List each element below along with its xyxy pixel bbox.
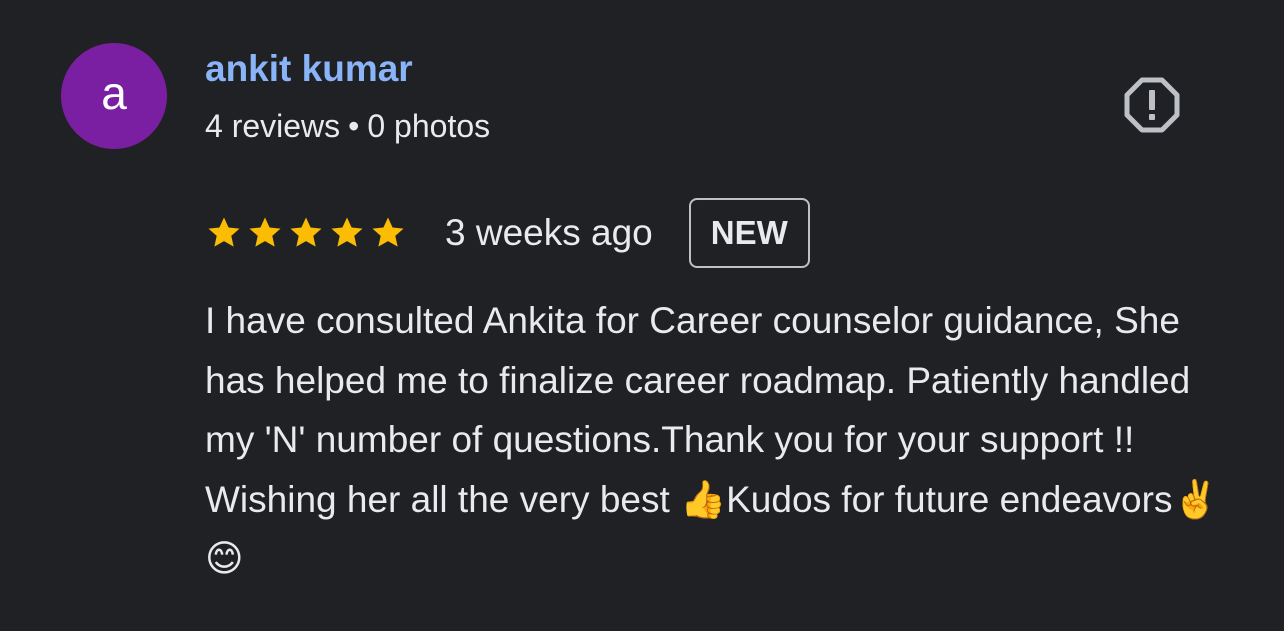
avatar[interactable]: a xyxy=(61,43,167,149)
author-name[interactable]: ankit kumar xyxy=(205,48,413,90)
star-icon xyxy=(208,217,240,247)
author-meta: 4 reviews • 0 photos xyxy=(205,108,490,145)
avatar-letter: a xyxy=(101,67,127,119)
star-rating xyxy=(205,214,407,252)
review-text: I have consulted Ankita for Career couns… xyxy=(205,300,1219,579)
report-flag-icon xyxy=(1124,77,1180,133)
photos-count: 0 photos xyxy=(367,108,491,144)
star-icon xyxy=(331,217,363,247)
meta-separator: • xyxy=(348,108,360,144)
star-icon xyxy=(249,217,281,247)
star-icon xyxy=(372,217,404,247)
star-icon xyxy=(290,217,322,247)
reviews-count: 4 reviews xyxy=(205,108,341,144)
report-button[interactable] xyxy=(1122,75,1182,135)
rating-row: 3 weeks ago NEW xyxy=(205,196,810,270)
new-badge: NEW xyxy=(688,198,810,268)
review-time: 3 weeks ago xyxy=(445,212,653,253)
